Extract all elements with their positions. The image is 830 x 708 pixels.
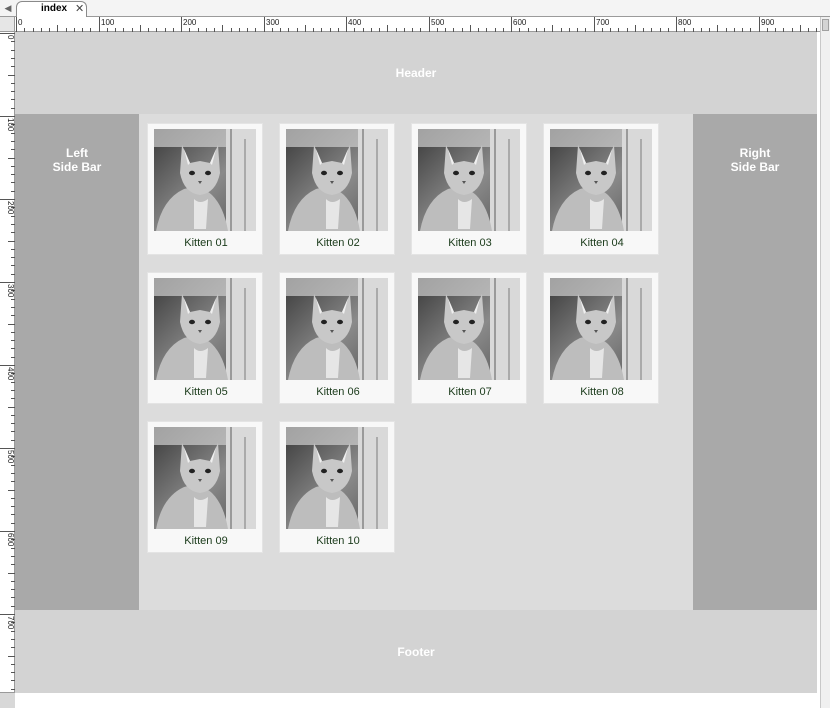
kitten-photo[interactable] xyxy=(154,278,256,380)
gallery-card[interactable]: Kitten 04 xyxy=(543,123,659,255)
kitten-photo[interactable] xyxy=(286,427,388,529)
header-label: Header xyxy=(395,66,437,80)
kitten-caption: Kitten 06 xyxy=(316,386,360,398)
main-content: Kitten 01 Kitten 02 Kitten 03 Kitten 04 Kitt… xyxy=(139,114,693,610)
left-sidebar[interactable]: Left Side Bar xyxy=(15,114,139,610)
gallery-card[interactable]: Kitten 07 xyxy=(411,272,527,404)
ruler-label: 300 xyxy=(266,18,280,27)
ruler-label: 700 xyxy=(6,616,15,630)
tab-index[interactable]: index ✕ xyxy=(16,1,87,17)
ruler-label: 200 xyxy=(6,201,15,215)
gallery-card[interactable]: Kitten 05 xyxy=(147,272,263,404)
editor-window: ◀ index ✕ 0 100 200 300 400 500 600 700 800 900 0… xyxy=(0,0,830,708)
vertical-ruler: 0 100 200 300 400 500 600 700 xyxy=(0,32,15,708)
tab-label: index xyxy=(41,3,68,14)
ruler-label: 200 xyxy=(183,18,197,27)
gallery-card[interactable]: Kitten 10 xyxy=(279,421,395,553)
kitten-caption: Kitten 02 xyxy=(316,237,360,249)
kitten-photo[interactable] xyxy=(286,278,388,380)
ruler-label: 700 xyxy=(596,18,610,27)
horizontal-scrollbar-stub[interactable] xyxy=(0,692,15,708)
kitten-caption: Kitten 04 xyxy=(580,237,624,249)
kitten-photo[interactable] xyxy=(550,278,652,380)
footer-label: Footer xyxy=(397,644,435,659)
page-footer[interactable]: Footer xyxy=(15,610,817,693)
kitten-caption: Kitten 08 xyxy=(580,386,624,398)
tab-bar: ◀ index ✕ xyxy=(0,0,830,17)
ruler-label: 600 xyxy=(513,18,527,27)
gallery-card[interactable]: Kitten 02 xyxy=(279,123,395,255)
design-canvas: Header Left Side Bar Kitten 01 Kitten 02 K… xyxy=(15,32,817,693)
kitten-photo[interactable] xyxy=(154,129,256,231)
ruler-label: 500 xyxy=(6,450,15,464)
gallery-card[interactable]: Kitten 08 xyxy=(543,272,659,404)
scrollbar-thumb[interactable] xyxy=(822,19,829,31)
kitten-photo[interactable] xyxy=(550,129,652,231)
ruler-label: 100 xyxy=(6,118,15,132)
right-sidebar-label-line1: Right xyxy=(739,146,771,160)
ruler-label: 600 xyxy=(6,533,15,547)
kitten-photo[interactable] xyxy=(154,427,256,529)
ruler-label: 0 xyxy=(18,18,23,27)
left-sidebar-label-line1: Left xyxy=(66,146,88,160)
horizontal-ruler-ticks: 0 100 200 300 400 500 600 700 800 900 xyxy=(16,17,817,32)
kitten-photo[interactable] xyxy=(418,129,520,231)
right-sidebar[interactable]: Right Side Bar xyxy=(693,114,817,610)
left-sidebar-label-line2: Side Bar xyxy=(52,160,102,174)
gallery-card[interactable]: Kitten 03 xyxy=(411,123,527,255)
ruler-corner xyxy=(0,17,15,32)
kitten-caption: Kitten 01 xyxy=(184,237,228,249)
kitten-caption: Kitten 03 xyxy=(448,237,492,249)
kitten-caption: Kitten 10 xyxy=(316,535,360,547)
kitten-photo[interactable] xyxy=(418,278,520,380)
ruler-label: 0 xyxy=(6,35,15,40)
page-header[interactable]: Header xyxy=(15,32,817,114)
kitten-caption: Kitten 07 xyxy=(448,386,492,398)
kitten-caption: Kitten 05 xyxy=(184,386,228,398)
gallery-card[interactable]: Kitten 01 xyxy=(147,123,263,255)
kitten-caption: Kitten 09 xyxy=(184,535,228,547)
ruler-label: 400 xyxy=(6,367,15,381)
gallery-card[interactable]: Kitten 06 xyxy=(279,272,395,404)
ruler-label: 500 xyxy=(431,18,445,27)
horizontal-ruler: 0 100 200 300 400 500 600 700 800 900 xyxy=(15,17,820,32)
kitten-photo[interactable] xyxy=(286,129,388,231)
right-sidebar-label-line2: Side Bar xyxy=(730,160,780,174)
ruler-label: 100 xyxy=(101,18,115,27)
close-icon[interactable]: ✕ xyxy=(75,2,84,15)
ruler-label: 900 xyxy=(761,18,775,27)
triangle-left-icon[interactable]: ◀ xyxy=(2,2,14,14)
gallery-card[interactable]: Kitten 09 xyxy=(147,421,263,553)
vertical-scrollbar[interactable] xyxy=(820,17,830,708)
ruler-label: 400 xyxy=(348,18,362,27)
vertical-ruler-ticks: 0 100 200 300 400 500 600 700 xyxy=(0,33,15,706)
ruler-label: 800 xyxy=(678,18,692,27)
ruler-label: 300 xyxy=(6,284,15,298)
